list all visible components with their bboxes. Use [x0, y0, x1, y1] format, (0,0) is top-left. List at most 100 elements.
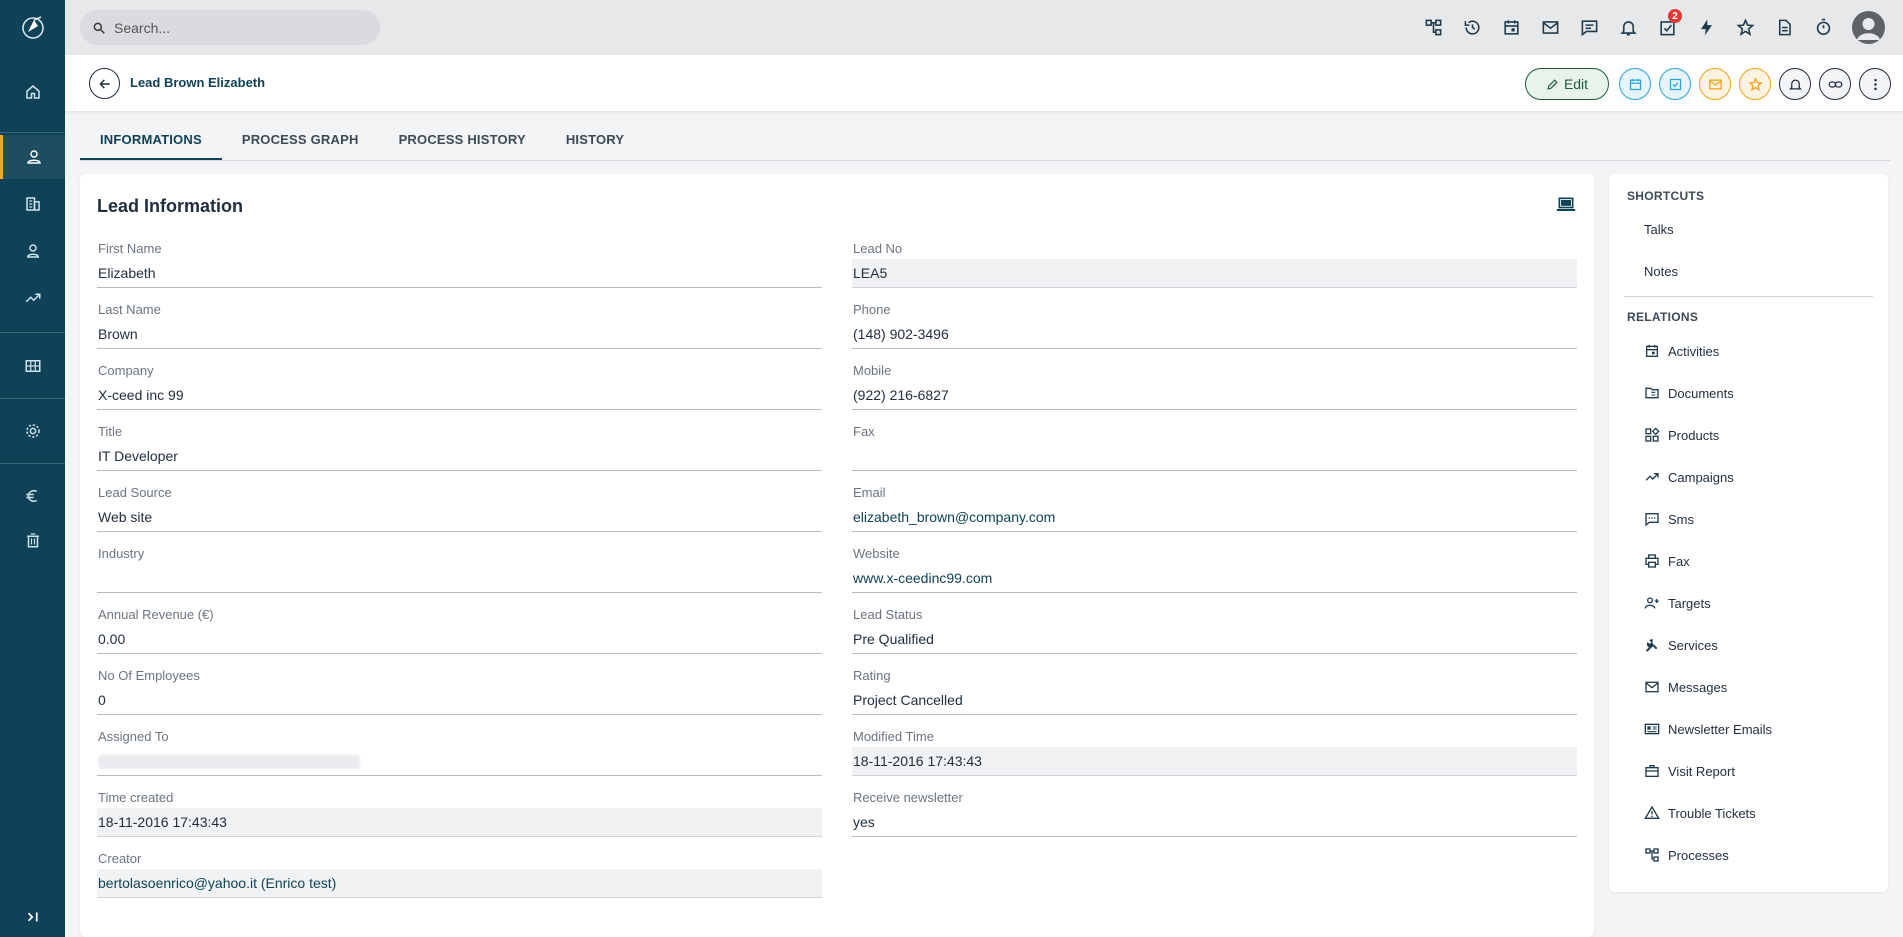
- field-value[interactable]: 0: [97, 686, 822, 715]
- top-mail-button[interactable]: [1538, 13, 1562, 41]
- back-button[interactable]: [89, 68, 120, 99]
- field-value[interactable]: elizabeth_brown@company.com: [852, 503, 1577, 532]
- top-tasks-button[interactable]: 2: [1655, 9, 1682, 41]
- wrench-icon: [1645, 639, 1658, 652]
- top-chat-button[interactable]: [1577, 13, 1601, 41]
- field-website[interactable]: Website www.x-ceedinc99.com: [852, 546, 1577, 607]
- field-annual-revenue[interactable]: Annual Revenue (€) 0.00: [97, 607, 822, 668]
- warning-icon: [1644, 805, 1660, 819]
- relation-messages[interactable]: Messages: [1644, 677, 1727, 697]
- relation-campaigns[interactable]: Campaigns: [1644, 467, 1734, 487]
- tab-history[interactable]: HISTORY: [546, 120, 644, 161]
- top-timer-button[interactable]: [1811, 13, 1835, 41]
- field-value[interactable]: (922) 216-6827: [852, 381, 1577, 410]
- field-mobile[interactable]: Mobile (922) 216-6827: [852, 363, 1577, 424]
- rail-grid[interactable]: [0, 344, 65, 388]
- field-label: Mobile: [853, 363, 892, 378]
- shortcut-talks[interactable]: Talks: [1644, 222, 1674, 237]
- pencil-icon: [1547, 78, 1558, 90]
- link-button[interactable]: [1819, 68, 1851, 100]
- send-email-button[interactable]: [1699, 68, 1731, 100]
- relation-trouble-tickets[interactable]: Trouble Tickets: [1644, 803, 1756, 823]
- rail-leads[interactable]: [0, 135, 65, 179]
- field-value[interactable]: IT Developer: [97, 442, 822, 471]
- relation-visit-report[interactable]: Visit Report: [1644, 761, 1735, 781]
- rail-accounts[interactable]: [0, 182, 65, 226]
- favorite-button[interactable]: [1739, 68, 1771, 100]
- calendar-icon: [1646, 345, 1658, 357]
- field-assigned-to[interactable]: Assigned To: [97, 729, 822, 790]
- field-value[interactable]: [97, 747, 822, 776]
- field-value[interactable]: (148) 902-3496: [852, 320, 1577, 349]
- rail-opportunities[interactable]: [0, 276, 65, 320]
- top-notifications-button[interactable]: [1616, 13, 1640, 41]
- add-event-button[interactable]: [1619, 68, 1651, 100]
- field-value[interactable]: yes: [852, 808, 1577, 837]
- field-value: 18-11-2016 17:43:43: [97, 808, 822, 837]
- tab-process-history[interactable]: PROCESS HISTORY: [379, 120, 546, 161]
- rail-home[interactable]: [0, 70, 65, 114]
- field-last-name[interactable]: Last Name Brown: [97, 302, 822, 363]
- tab-informations[interactable]: INFORMATIONS: [80, 120, 222, 161]
- relation-documents[interactable]: Documents: [1644, 383, 1734, 403]
- field-value[interactable]: [852, 442, 1577, 471]
- top-documents-button[interactable]: [1772, 13, 1796, 41]
- field-company[interactable]: Company X-ceed inc 99: [97, 363, 822, 424]
- field-value[interactable]: bertolasoenrico@yahoo.it (Enrico test): [97, 869, 822, 898]
- add-task-button[interactable]: [1659, 68, 1691, 100]
- search-input[interactable]: [114, 19, 354, 36]
- field-value[interactable]: [97, 564, 822, 593]
- relation-sms[interactable]: Sms: [1644, 509, 1694, 529]
- shortcut-notes[interactable]: Notes: [1644, 264, 1678, 279]
- field-value[interactable]: Web site: [97, 503, 822, 532]
- relation-processes[interactable]: Processes: [1644, 845, 1729, 865]
- field-value[interactable]: Project Cancelled: [852, 686, 1577, 715]
- field-value[interactable]: 0.00: [97, 625, 822, 654]
- top-process-button[interactable]: [1421, 13, 1445, 41]
- relation-services[interactable]: Services: [1644, 635, 1718, 655]
- field-value[interactable]: X-ceed inc 99: [97, 381, 822, 410]
- rail-expand[interactable]: [0, 895, 65, 937]
- avatar[interactable]: [1852, 11, 1885, 44]
- field-lead-source[interactable]: Lead Source Web site: [97, 485, 822, 546]
- field-title[interactable]: Title IT Developer: [97, 424, 822, 485]
- tab-process-graph[interactable]: PROCESS GRAPH: [222, 120, 379, 161]
- relation-fax[interactable]: Fax: [1644, 551, 1690, 571]
- relation-targets[interactable]: Targets: [1644, 593, 1711, 613]
- field-value[interactable]: www.x-ceedinc99.com: [852, 564, 1577, 593]
- field-lead-status[interactable]: Lead Status Pre Qualified: [852, 607, 1577, 668]
- rail-settings[interactable]: [0, 409, 65, 453]
- top-calendar-button[interactable]: [1499, 13, 1523, 41]
- relation-newsletter-emails[interactable]: Newsletter Emails: [1644, 719, 1772, 739]
- more-button[interactable]: [1859, 68, 1891, 100]
- edit-button[interactable]: Edit: [1525, 68, 1609, 100]
- field-first-name[interactable]: First Name Elizabeth: [97, 241, 822, 302]
- field-rating[interactable]: Rating Project Cancelled: [852, 668, 1577, 729]
- widgets-icon: [1645, 427, 1660, 442]
- rail-contacts[interactable]: [0, 229, 65, 273]
- field-label: Annual Revenue (€): [98, 607, 214, 622]
- top-favorites-button[interactable]: [1733, 13, 1757, 41]
- field-value[interactable]: Elizabeth: [97, 259, 822, 288]
- rail-trash[interactable]: [0, 518, 65, 562]
- rail-finance[interactable]: [0, 474, 65, 518]
- relation-activities[interactable]: Activities: [1644, 341, 1719, 361]
- field-phone[interactable]: Phone (148) 902-3496: [852, 302, 1577, 363]
- field-email[interactable]: Email elizabeth_brown@company.com: [852, 485, 1577, 546]
- field-industry[interactable]: Industry: [97, 546, 822, 607]
- app-logo-icon[interactable]: [20, 14, 46, 40]
- field-value[interactable]: Brown: [97, 320, 822, 349]
- field-label: First Name: [98, 241, 162, 256]
- field-receive-newsletter[interactable]: Receive newsletter yes: [852, 790, 1577, 851]
- follow-button[interactable]: [1779, 68, 1811, 100]
- top-history-button[interactable]: [1460, 13, 1484, 41]
- field-value[interactable]: Pre Qualified: [852, 625, 1577, 654]
- field-fax[interactable]: Fax: [852, 424, 1577, 485]
- document-icon: [1778, 19, 1791, 35]
- relation-label: Newsletter Emails: [1668, 721, 1773, 737]
- field-no-of-employees[interactable]: No Of Employees 0: [97, 668, 822, 729]
- relation-products[interactable]: Products: [1644, 425, 1719, 445]
- top-quick-actions-button[interactable]: [1694, 13, 1718, 41]
- laptop-icon[interactable]: [1556, 196, 1576, 214]
- search-box[interactable]: [80, 10, 380, 45]
